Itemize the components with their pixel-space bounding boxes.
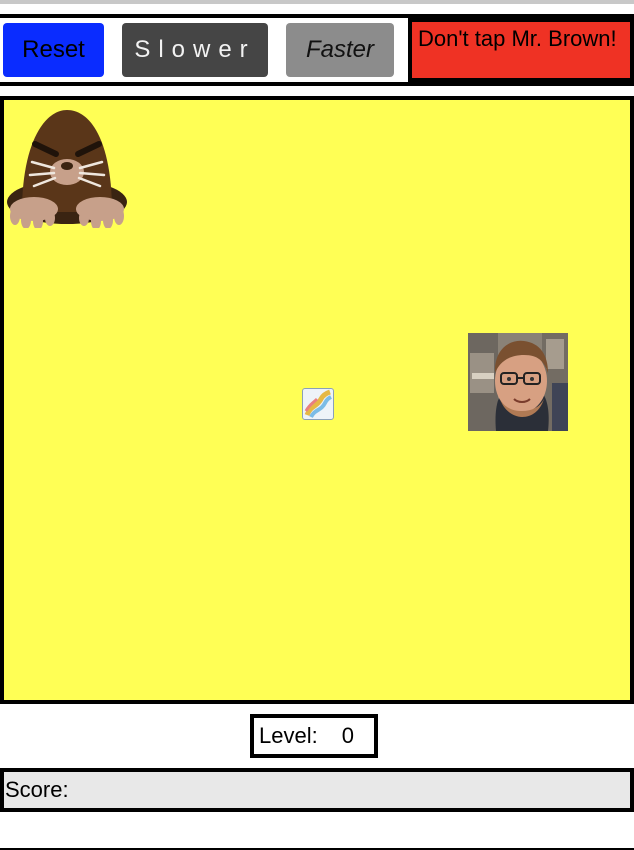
- game-area[interactable]: [0, 96, 634, 704]
- level-label: Level:: [259, 723, 318, 748]
- broken-image-icon[interactable]: [302, 388, 334, 420]
- level-display: Level: 0: [250, 714, 378, 758]
- score-display: Score:: [0, 768, 634, 812]
- faster-button[interactable]: Faster: [286, 23, 394, 77]
- toolbar: Reset Slower Faster Don't tap Mr. Brown!: [0, 14, 634, 86]
- top-divider: [0, 0, 634, 4]
- warning-banner: Don't tap Mr. Brown!: [408, 18, 634, 82]
- reset-button[interactable]: Reset: [3, 23, 104, 77]
- slower-button[interactable]: Slower: [122, 23, 268, 77]
- mole-icon[interactable]: [4, 104, 130, 228]
- mr-brown-photo[interactable]: [468, 333, 568, 431]
- score-label: Score:: [5, 777, 69, 802]
- level-value: 0: [341, 723, 354, 748]
